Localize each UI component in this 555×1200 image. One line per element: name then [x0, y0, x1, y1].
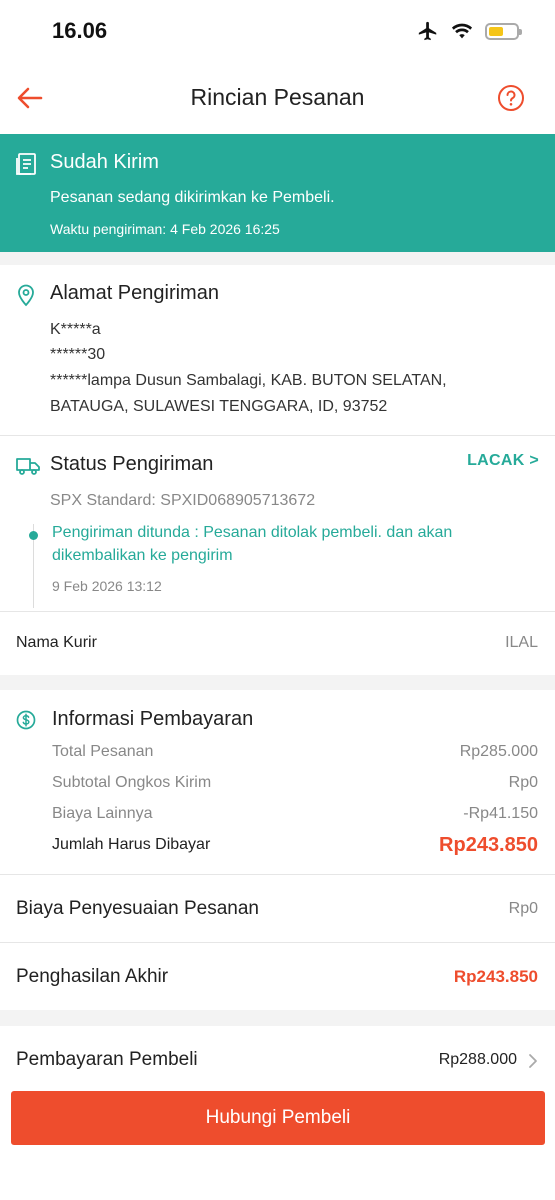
payment-info-card: Informasi Pembayaran Total Pesanan Rp285…	[0, 690, 555, 875]
adjustment-value: Rp0	[508, 900, 538, 917]
banner-shipping-time: Waktu pengiriman: 4 Feb 2026 16:25	[50, 221, 280, 237]
payment-row-value: Rp285.000	[459, 743, 538, 760]
payment-row-label: Subtotal Ongkos Kirim	[52, 774, 212, 791]
adjustment-label: Biaya Penyesuaian Pesanan	[16, 898, 259, 919]
buyer-payment-value: Rp288.000	[438, 1051, 517, 1068]
help-icon[interactable]	[497, 84, 525, 112]
airplane-icon	[418, 21, 437, 41]
final-earnings-row: Penghasilan Akhir Rp243.850	[0, 943, 555, 1010]
track-button[interactable]: LACAK >	[467, 452, 539, 470]
address-line-2: BATAUGA, SULAWESI TENGGARA, ID, 93752	[50, 398, 388, 415]
battery-icon	[485, 22, 522, 40]
order-status-banner: Sudah Kirim Pesanan sedang dikirimkan ke…	[0, 134, 555, 252]
dollar-icon	[16, 710, 36, 730]
shipping-service: SPX Standard: SPXID068905713672	[50, 492, 316, 509]
shipping-status-title: Status Pengiriman	[50, 453, 214, 475]
shipping-status-section[interactable]: Status Pengiriman LACAK > SPX Standard: …	[0, 436, 555, 611]
truck-icon	[16, 458, 40, 475]
earnings-value: Rp243.850	[453, 967, 538, 986]
courier-name: ILAL	[505, 634, 538, 651]
recipient-name: K*****a	[50, 321, 101, 338]
clock: 16.06	[52, 18, 108, 43]
payment-info-title: Informasi Pembayaran	[52, 708, 254, 730]
banner-description: Pesanan sedang dikirimkan ke Pembeli.	[50, 189, 335, 206]
tracking-event-time: 9 Feb 2026 13:12	[52, 578, 162, 594]
location-pin-icon	[18, 284, 34, 307]
total-payment-value: Rp243.850	[439, 834, 538, 856]
divider	[0, 611, 555, 612]
tracking-event-line-2: dikembalikan ke pengirim	[52, 547, 233, 564]
tracking-event-line-1: Pengiriman ditunda : Pesanan ditolak pem…	[52, 524, 453, 541]
recipient-phone: ******30	[50, 346, 106, 363]
status-icons	[417, 20, 522, 42]
address-title: Alamat Pengiriman	[50, 282, 219, 304]
buyer-payment-row[interactable]: Pembayaran Pembeli Rp288.000	[0, 1026, 555, 1086]
banner-title: Sudah Kirim	[50, 151, 159, 173]
receipt-icon	[16, 153, 36, 175]
timeline-dot	[29, 531, 38, 540]
contact-buyer-button[interactable]: Hubungi Pembeli	[11, 1091, 545, 1145]
earnings-label: Penghasilan Akhir	[16, 966, 169, 987]
payment-row-label: Biaya Lainnya	[52, 805, 153, 822]
payment-row-value: -Rp41.150	[463, 805, 538, 822]
wifi-icon	[451, 23, 473, 39]
buyer-payment-label: Pembayaran Pembeli	[16, 1049, 198, 1070]
status-bar: 16.06	[0, 0, 555, 62]
payment-row-label: Total Pesanan	[52, 743, 154, 760]
nav-bar: Rincian Pesanan	[0, 62, 555, 134]
total-payment-label: Jumlah Harus Dibayar	[52, 836, 211, 853]
shipping-card: Alamat Pengiriman K*****a ******30 *****…	[0, 265, 555, 675]
payment-row-value: Rp0	[508, 774, 538, 791]
order-adjustment-row: Biaya Penyesuaian Pesanan Rp0	[0, 875, 555, 943]
address-line-1: ******lampa Dusun Sambalagi, KAB. BUTON …	[50, 372, 447, 389]
chevron-right-icon	[529, 1054, 537, 1068]
page-title: Rincian Pesanan	[190, 84, 365, 110]
courier-label: Nama Kurir	[16, 634, 97, 651]
